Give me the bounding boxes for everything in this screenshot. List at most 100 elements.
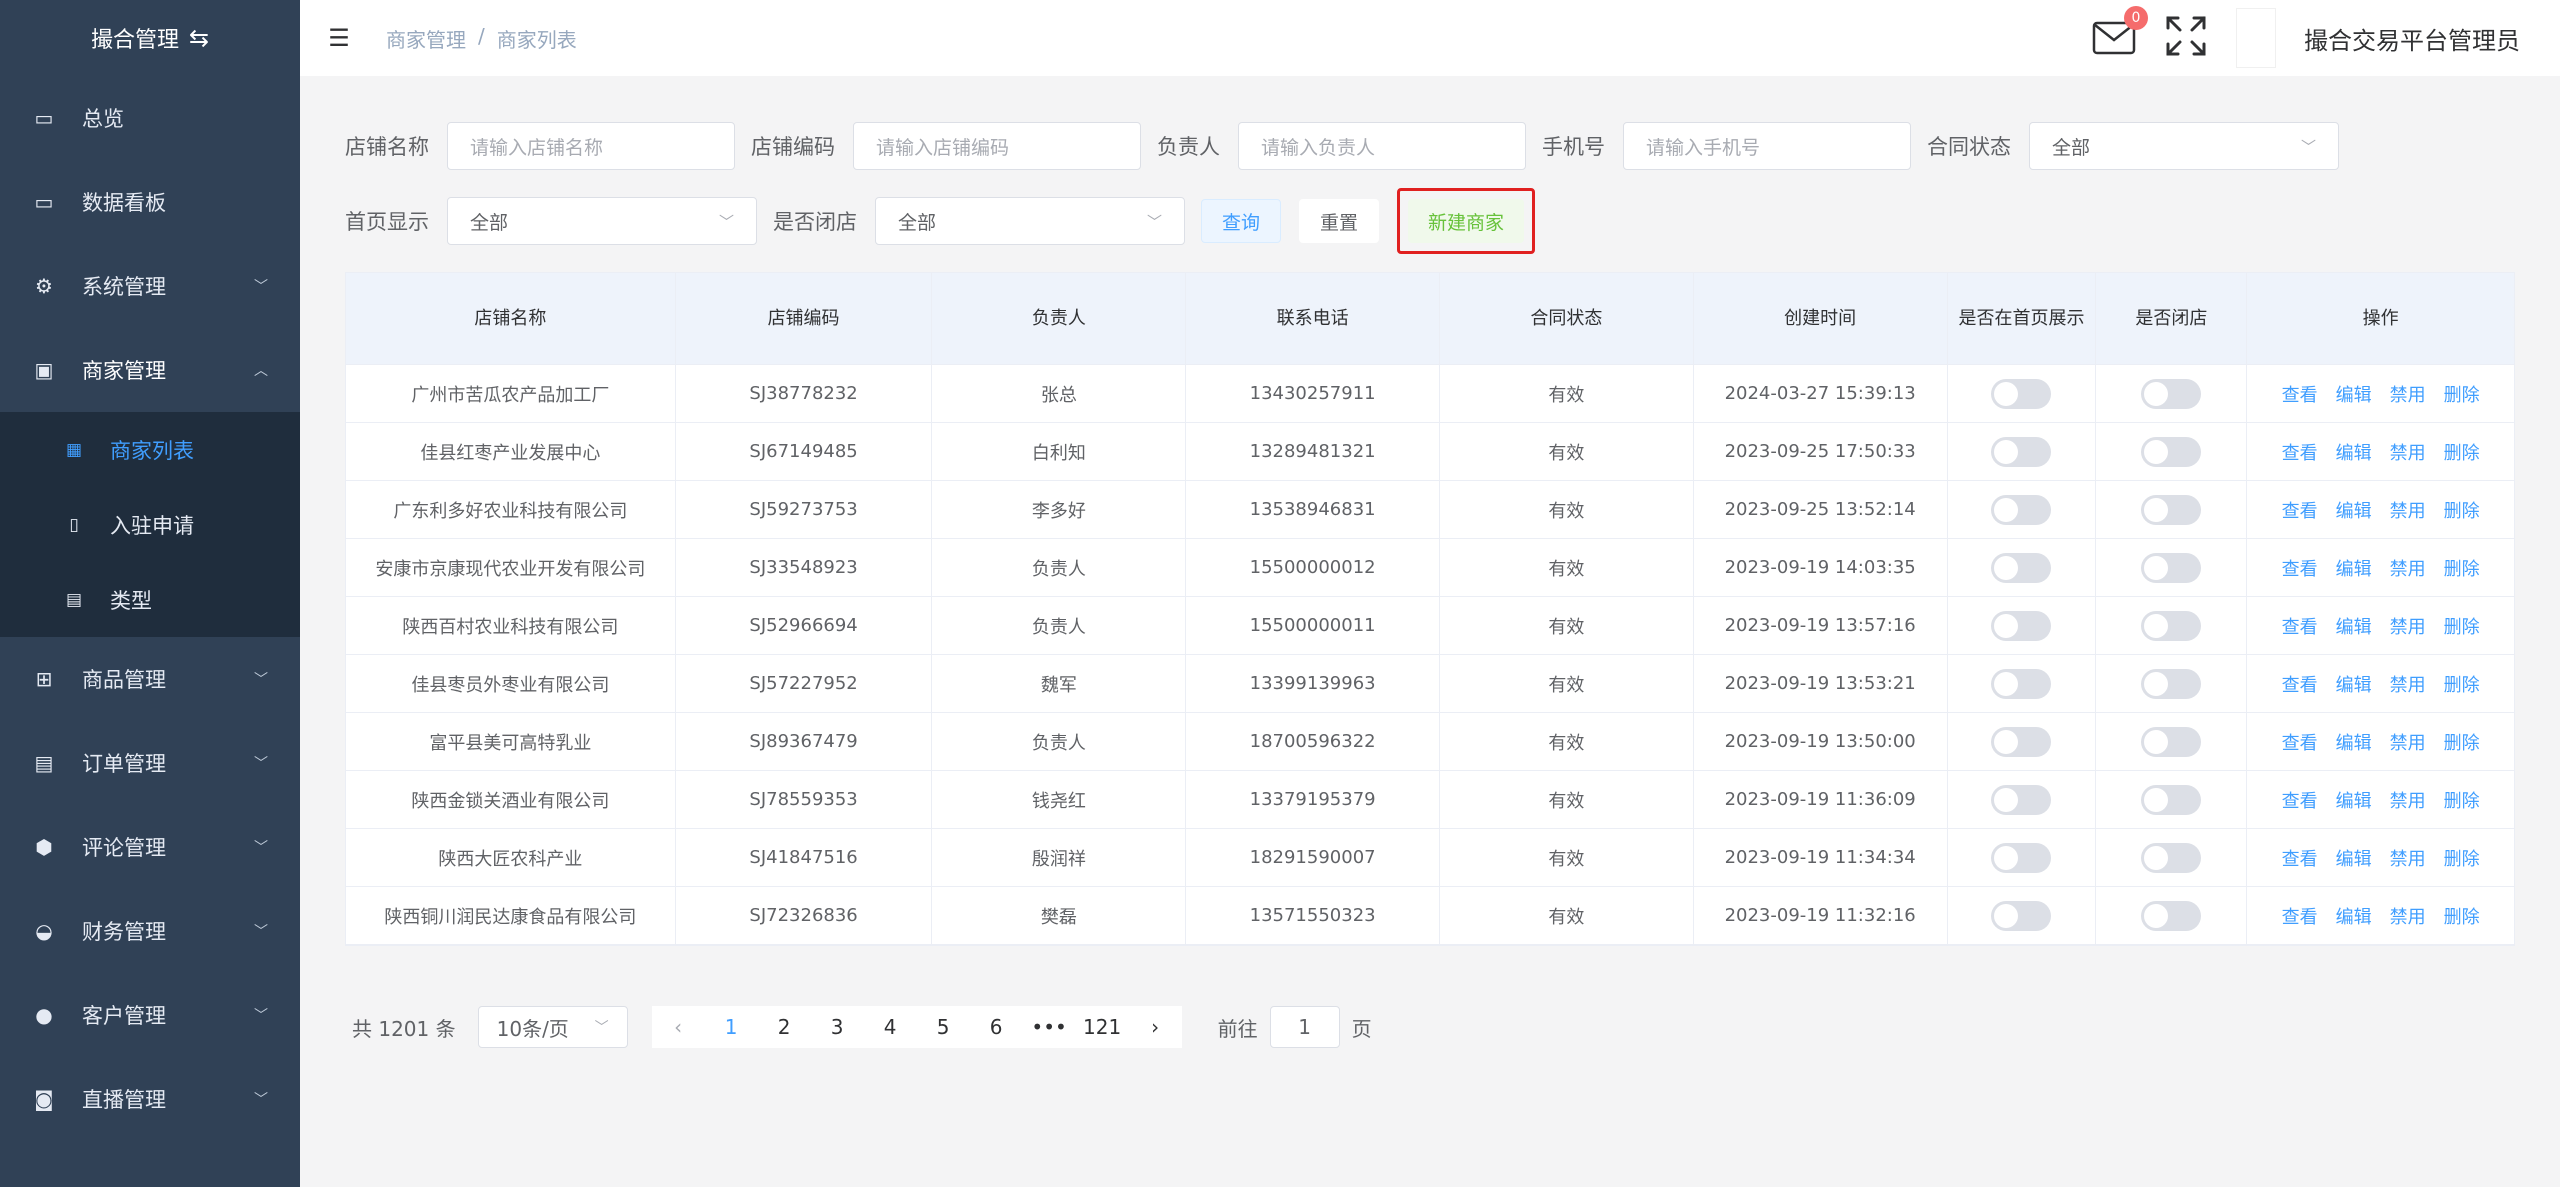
delete-link[interactable]: 删除 — [2444, 613, 2480, 639]
chevron-left-icon[interactable]: ‹ — [651, 1006, 705, 1048]
goto-page-input[interactable]: 1 — [1269, 1006, 1340, 1048]
homepage-toggle[interactable] — [1991, 668, 2052, 699]
homepage-toggle[interactable] — [1991, 610, 2052, 641]
edit-link[interactable]: 编辑 — [2336, 903, 2372, 929]
homepage-toggle[interactable] — [1991, 784, 2052, 815]
shop-code-input[interactable]: 请输入店铺编码 — [853, 122, 1141, 170]
closed-select[interactable]: 全部 ﹀ — [875, 197, 1185, 245]
closed-toggle[interactable] — [2141, 900, 2202, 931]
page-button[interactable]: 6 — [969, 1006, 1023, 1048]
user-name[interactable]: 撮合交易平台管理员 — [2304, 21, 2520, 56]
homepage-toggle[interactable] — [1991, 436, 2052, 467]
edit-link[interactable]: 编辑 — [2336, 729, 2372, 755]
contract-status-select[interactable]: 全部 ﹀ — [2029, 122, 2339, 170]
submenu-item[interactable]: ▤ 类型 — [0, 562, 300, 637]
delete-link[interactable]: 删除 — [2444, 903, 2480, 929]
page-button[interactable]: 2 — [757, 1006, 811, 1048]
reset-button[interactable]: 重置 — [1299, 199, 1380, 243]
delete-link[interactable]: 删除 — [2444, 671, 2480, 697]
sidebar-item[interactable]: ⊞ 商品管理 ﹀ — [0, 637, 300, 721]
closed-toggle[interactable] — [2141, 842, 2202, 873]
disable-link[interactable]: 禁用 — [2390, 729, 2426, 755]
edit-link[interactable]: 编辑 — [2336, 671, 2372, 697]
sidebar-item[interactable]: ▣ 商家管理 ︿ — [0, 328, 300, 412]
page-size-select[interactable]: 10条/页 ﹀ — [477, 1006, 628, 1048]
sidebar-item[interactable]: ● 客户管理 ﹀ — [0, 973, 300, 1057]
sidebar-item[interactable]: ◙ 直播管理 ﹀ — [0, 1057, 300, 1141]
fullscreen-button[interactable] — [2164, 14, 2208, 62]
view-link[interactable]: 查看 — [2282, 845, 2318, 871]
more-pages-icon[interactable]: ••• — [1022, 1006, 1076, 1048]
phone-input[interactable]: 请输入手机号 — [1623, 122, 1911, 170]
sidebar-item[interactable]: ▭ 总览 — [0, 76, 300, 160]
avatar[interactable] — [2236, 8, 2276, 68]
homepage-toggle[interactable] — [1991, 842, 2052, 873]
edit-link[interactable]: 编辑 — [2336, 613, 2372, 639]
switch-icon[interactable]: ⇆ — [189, 24, 209, 52]
delete-link[interactable]: 删除 — [2444, 845, 2480, 871]
closed-toggle[interactable] — [2141, 726, 2202, 757]
view-link[interactable]: 查看 — [2282, 555, 2318, 581]
closed-toggle[interactable] — [2141, 552, 2202, 583]
view-link[interactable]: 查看 — [2282, 381, 2318, 407]
breadcrumb-item-merchant[interactable]: 商家管理 — [386, 24, 466, 53]
edit-link[interactable]: 编辑 — [2336, 497, 2372, 523]
edit-link[interactable]: 编辑 — [2336, 845, 2372, 871]
sidebar-item[interactable]: ▭ 数据看板 — [0, 160, 300, 244]
view-link[interactable]: 查看 — [2282, 671, 2318, 697]
edit-link[interactable]: 编辑 — [2336, 787, 2372, 813]
delete-link[interactable]: 删除 — [2444, 381, 2480, 407]
closed-toggle[interactable] — [2141, 784, 2202, 815]
page-button[interactable]: 1 — [704, 1006, 758, 1048]
submenu-item[interactable]: ▯ 入驻申请 — [0, 487, 300, 562]
new-merchant-button[interactable]: 新建商家 — [1408, 199, 1525, 243]
delete-link[interactable]: 删除 — [2444, 787, 2480, 813]
edit-link[interactable]: 编辑 — [2336, 439, 2372, 465]
homepage-toggle[interactable] — [1991, 900, 2052, 931]
mail-button[interactable]: 0 — [2092, 6, 2148, 56]
page-button[interactable]: 3 — [810, 1006, 864, 1048]
disable-link[interactable]: 禁用 — [2390, 497, 2426, 523]
disable-link[interactable]: 禁用 — [2390, 671, 2426, 697]
disable-link[interactable]: 禁用 — [2390, 613, 2426, 639]
homepage-display-select[interactable]: 全部 ﹀ — [447, 197, 757, 245]
closed-toggle[interactable] — [2141, 668, 2202, 699]
view-link[interactable]: 查看 — [2282, 787, 2318, 813]
owner-input[interactable]: 请输入负责人 — [1238, 122, 1526, 170]
page-button[interactable]: 4 — [863, 1006, 917, 1048]
closed-toggle[interactable] — [2141, 378, 2202, 409]
page-button[interactable]: 121 — [1075, 1006, 1129, 1048]
view-link[interactable]: 查看 — [2282, 439, 2318, 465]
view-link[interactable]: 查看 — [2282, 729, 2318, 755]
view-link[interactable]: 查看 — [2282, 497, 2318, 523]
homepage-toggle[interactable] — [1991, 726, 2052, 757]
disable-link[interactable]: 禁用 — [2390, 555, 2426, 581]
sidebar-item[interactable]: ▤ 订单管理 ﹀ — [0, 721, 300, 805]
delete-link[interactable]: 删除 — [2444, 439, 2480, 465]
disable-link[interactable]: 禁用 — [2390, 787, 2426, 813]
hamburger-icon[interactable]: ☰ — [326, 24, 352, 52]
sidebar-item[interactable]: ⚙ 系统管理 ﹀ — [0, 244, 300, 328]
closed-toggle[interactable] — [2141, 436, 2202, 467]
disable-link[interactable]: 禁用 — [2390, 903, 2426, 929]
view-link[interactable]: 查看 — [2282, 903, 2318, 929]
delete-link[interactable]: 删除 — [2444, 497, 2480, 523]
homepage-toggle[interactable] — [1991, 378, 2052, 409]
disable-link[interactable]: 禁用 — [2390, 845, 2426, 871]
query-button[interactable]: 查询 — [1201, 199, 1282, 243]
shop-name-input[interactable]: 请输入店铺名称 — [447, 122, 735, 170]
homepage-toggle[interactable] — [1991, 494, 2052, 525]
disable-link[interactable]: 禁用 — [2390, 381, 2426, 407]
sidebar-item[interactable]: ⬢ 评论管理 ﹀ — [0, 805, 300, 889]
closed-toggle[interactable] — [2141, 610, 2202, 641]
submenu-item[interactable]: ▦ 商家列表 — [0, 412, 300, 487]
closed-toggle[interactable] — [2141, 494, 2202, 525]
disable-link[interactable]: 禁用 — [2390, 439, 2426, 465]
edit-link[interactable]: 编辑 — [2336, 555, 2372, 581]
delete-link[interactable]: 删除 — [2444, 555, 2480, 581]
edit-link[interactable]: 编辑 — [2336, 381, 2372, 407]
view-link[interactable]: 查看 — [2282, 613, 2318, 639]
chevron-right-icon[interactable]: › — [1128, 1006, 1182, 1048]
homepage-toggle[interactable] — [1991, 552, 2052, 583]
delete-link[interactable]: 删除 — [2444, 729, 2480, 755]
